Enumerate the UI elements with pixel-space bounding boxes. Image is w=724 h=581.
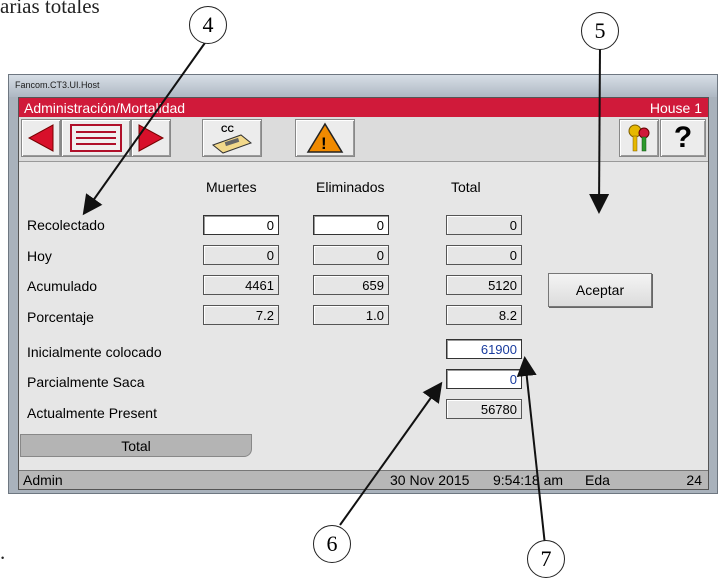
callout-7: 7	[527, 540, 565, 578]
callout-5-arrow	[589, 45, 610, 214]
callout-7-arrow	[516, 356, 546, 546]
callout-6-arrow	[339, 381, 443, 526]
callout-5: 5	[581, 12, 619, 50]
callout-4: 4	[189, 6, 227, 44]
callout-6: 6	[313, 525, 351, 563]
callout-4-arrow	[82, 39, 208, 216]
callout-arrows	[82, 39, 610, 546]
